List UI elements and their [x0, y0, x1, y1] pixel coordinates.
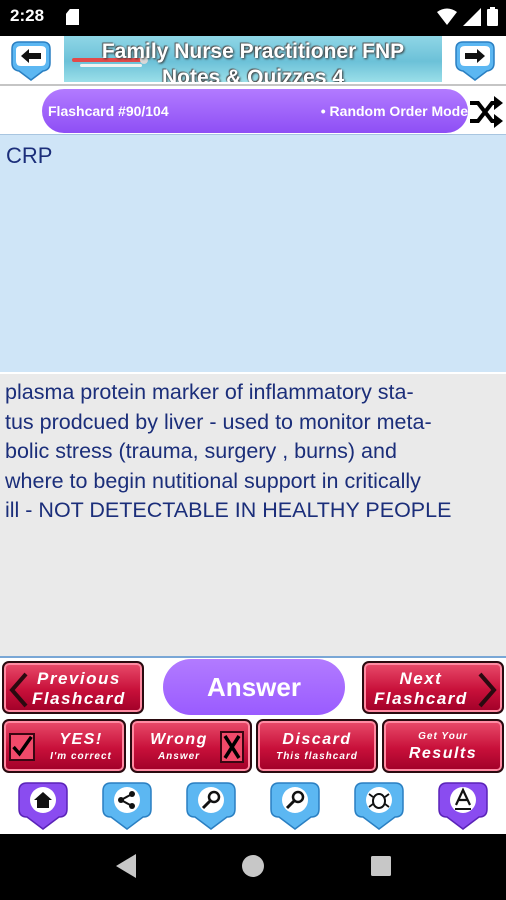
home-nav-icon[interactable]: [241, 853, 265, 879]
order-mode-label: • Random Order Mode: [320, 103, 468, 119]
discard-flashcard-button[interactable]: Discard This flashcard: [256, 719, 378, 773]
flashcard-title-bar: Flashcard #90/104 • Random Order Mode: [0, 84, 506, 134]
home-icon[interactable]: [14, 779, 72, 831]
back-icon[interactable]: [114, 853, 138, 879]
get-results-button[interactable]: Get Your Results: [382, 719, 504, 773]
chevron-left-icon: [9, 672, 28, 708]
shuffle-icon[interactable]: [468, 94, 504, 130]
status-icons: [437, 7, 498, 26]
answer-button[interactable]: Answer: [163, 659, 345, 715]
close-icon: [220, 731, 244, 763]
font-icon[interactable]: [434, 779, 492, 831]
app-header: Family Nurse Practitioner FNP Notes & Qu…: [0, 36, 506, 84]
status-time: 2:28: [10, 6, 45, 25]
bug-icon[interactable]: [350, 779, 408, 831]
battery-icon: [487, 7, 498, 26]
recents-icon[interactable]: [369, 853, 393, 879]
arrow-right-icon[interactable]: [452, 39, 498, 81]
search-icon[interactable]: [266, 779, 324, 831]
next-flashcard-button[interactable]: Next Flashcard: [362, 661, 504, 714]
flashcard-counter: Flashcard #90/104: [48, 103, 169, 119]
question-text: CRP: [6, 143, 53, 168]
navigation-row: Previous Flashcard Answer Next Flashcard: [0, 656, 506, 716]
grading-row: YES! I'm correct Wrong Answer Discard Th…: [0, 716, 506, 776]
chevron-right-icon: [478, 672, 497, 708]
app-title: Family Nurse Practitioner FNP Notes & Qu…: [101, 40, 405, 82]
search-icon[interactable]: [182, 779, 240, 831]
share-icon[interactable]: [98, 779, 156, 831]
system-nav-bar: [0, 834, 506, 900]
previous-flashcard-button[interactable]: Previous Flashcard: [2, 661, 144, 714]
flashcard-info-pill: Flashcard #90/104 • Random Order Mode: [42, 89, 468, 133]
sd-card-icon: [66, 9, 79, 25]
bottom-toolbar: [0, 776, 506, 834]
answer-panel: plasma protein marker of inflammatory st…: [0, 372, 506, 656]
app-banner: Family Nurse Practitioner FNP Notes & Qu…: [64, 36, 442, 82]
question-panel: CRP: [0, 134, 506, 372]
wifi-icon: [437, 8, 457, 25]
correct-button[interactable]: YES! I'm correct: [2, 719, 126, 773]
answer-text: plasma protein marker of inflammatory st…: [5, 380, 452, 522]
arrow-left-icon[interactable]: [8, 39, 54, 81]
wrong-answer-button[interactable]: Wrong Answer: [130, 719, 252, 773]
status-bar: 2:28: [0, 0, 506, 36]
checkbox-icon: [9, 733, 35, 761]
signal-icon: [463, 7, 481, 26]
